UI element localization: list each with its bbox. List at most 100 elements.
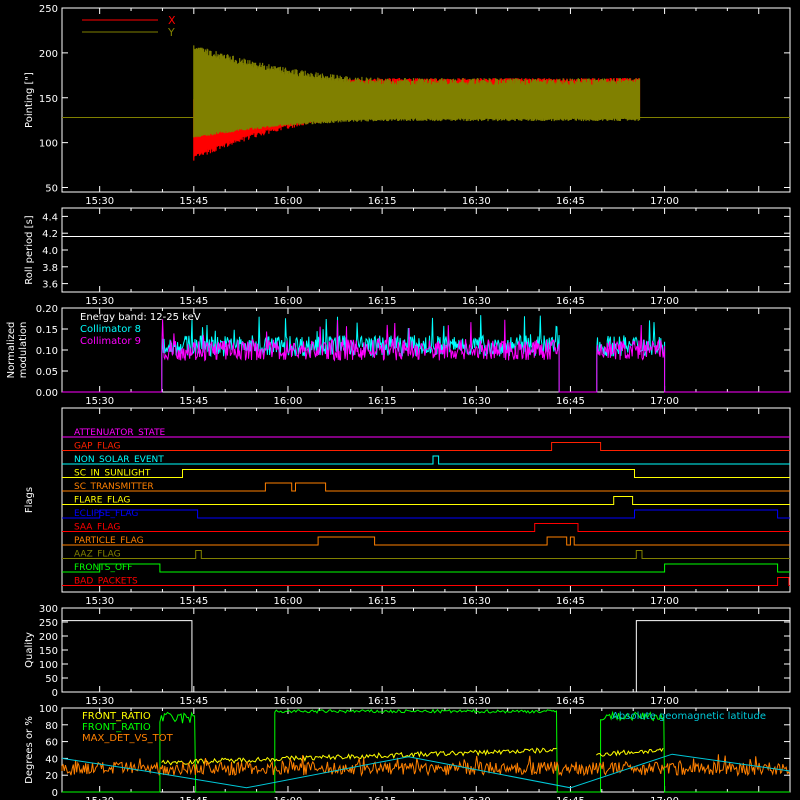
x-tick-label: 15:30	[85, 196, 114, 207]
quality-line	[62, 620, 790, 693]
y-tick-label: 200	[39, 49, 58, 60]
flag-line	[62, 482, 790, 492]
flag-line	[62, 496, 790, 505]
legend-label: Y	[167, 26, 175, 39]
modulation-line-9	[62, 319, 790, 393]
y-tick-label: 50	[45, 674, 58, 685]
y-tick-label: 300	[39, 604, 58, 615]
x-tick-label: 16:15	[368, 396, 397, 407]
x-tick-label: 17:00	[650, 696, 679, 707]
x-tick-label: 15:45	[179, 396, 208, 407]
flag-label: PARTICLE_FLAG	[74, 536, 144, 546]
summary-plot: 15:30 15:45 16:00 16:15 16:30 16:45 17:00 Point…	[0, 0, 800, 800]
x-tick-label: 15:45	[179, 796, 208, 800]
summary-plot-svg: 15:30 15:45 16:00 16:15 16:30 16:45 17:00 Point…	[6, 4, 791, 800]
legend-label: Collimator 9	[80, 336, 141, 347]
front-ratio-green-line	[62, 708, 790, 793]
x-tick-label: 15:45	[179, 196, 208, 207]
y-tick-label: 0.05	[36, 367, 58, 378]
x-tick-label: 16:15	[368, 696, 397, 707]
x-tick-label: 15:45	[179, 596, 208, 607]
y-axis-label-line: Normalized	[6, 322, 17, 379]
panel-frame-roll	[61, 207, 791, 293]
y-tick-label: 20	[45, 771, 58, 782]
flag-label: BAD_PACKETS	[74, 577, 138, 587]
flag-line	[62, 550, 790, 559]
y-tick-label: 3.6	[42, 280, 58, 291]
flag-label: ECLIPSE_FLAG	[74, 509, 138, 519]
y-tick-label: 3.8	[42, 263, 58, 274]
x-tick-label: 15:30	[85, 796, 114, 800]
y-tick-label: 0.20	[36, 304, 58, 315]
x-tick-label: 16:45	[556, 396, 585, 407]
y-axis-label: Normalizedmodulation	[6, 322, 29, 379]
x-tick-label: 15:30	[85, 396, 114, 407]
x-tick-label: 16:45	[556, 296, 585, 307]
legend-label: FRONT_RATIO	[82, 711, 151, 722]
x-tick-label: 16:30	[462, 696, 491, 707]
y-tick-label: 50	[45, 184, 58, 195]
x-tick-label: 16:15	[368, 296, 397, 307]
y-tick-label: 0	[52, 788, 58, 799]
x-tick-label: 16:30	[462, 396, 491, 407]
energy-band-annotation: Energy band: 12-25 keV	[80, 312, 201, 323]
x-tick-label: 16:30	[462, 196, 491, 207]
x-tick-label: 16:30	[462, 296, 491, 307]
y-tick-label: 0	[52, 688, 58, 699]
flag-line	[62, 577, 790, 586]
x-tick-label: 16:00	[274, 796, 303, 800]
flag-line	[62, 442, 790, 451]
x-tick-label: 17:00	[650, 296, 679, 307]
x-tick-label: 16:00	[274, 696, 303, 707]
y-tick-label: 250	[39, 4, 58, 15]
x-tick-label: 16:30	[462, 796, 491, 800]
x-tick-label: 16:00	[274, 396, 303, 407]
flag-label: FLARE_FLAG	[74, 496, 130, 506]
y-tick-label: 60	[45, 738, 58, 749]
y-tick-label: 100	[39, 704, 58, 715]
legend-label: Absolute geomagnetic latitude	[612, 711, 766, 722]
flag-label: AAZ_FLAG	[74, 550, 121, 560]
x-tick-label: 17:00	[650, 796, 679, 800]
flag-line	[62, 563, 790, 573]
x-tick-label: 16:15	[368, 796, 397, 800]
y-tick-label: 80	[45, 721, 58, 732]
y-tick-label: 150	[39, 646, 58, 657]
x-tick-label: 16:45	[556, 696, 585, 707]
y-tick-label: 0.00	[36, 388, 58, 399]
y-tick-label: 4.2	[42, 229, 58, 240]
legend-label: FRONT_RATIO	[82, 722, 151, 733]
x-tick-label: 16:00	[274, 596, 303, 607]
flag-label: SC_TRANSMITTER	[74, 482, 154, 492]
y-tick-label: 250	[39, 618, 58, 629]
x-tick-label: 15:30	[85, 696, 114, 707]
y-tick-label: 40	[45, 754, 58, 765]
y-tick-label: 0.15	[36, 325, 58, 336]
legend-label: Collimator 8	[80, 324, 141, 335]
x-tick-label: 16:45	[556, 196, 585, 207]
y-axis-label: Quality	[24, 632, 35, 668]
y-tick-label: 0.10	[36, 346, 58, 357]
x-tick-label: 15:30	[85, 296, 114, 307]
y-tick-label: 4.0	[42, 246, 58, 257]
y-tick-label: 150	[39, 94, 58, 105]
flag-line	[62, 469, 790, 478]
y-axis-label: Degrees or %	[24, 716, 35, 784]
flag-line	[62, 523, 790, 532]
x-tick-label: 16:15	[368, 196, 397, 207]
y-axis-label: Roll period [s]	[24, 215, 35, 284]
x-tick-label: 17:00	[650, 596, 679, 607]
geomagnetic-latitude-line	[61, 753, 791, 789]
y-tick-label: 4.4	[42, 212, 58, 223]
modulation-line-8	[62, 315, 790, 393]
x-tick-label: 16:45	[556, 596, 585, 607]
y-tick-label: 100	[39, 660, 58, 671]
flag-line	[62, 536, 790, 546]
x-tick-label: 15:30	[85, 596, 114, 607]
x-tick-label: 16:45	[556, 796, 585, 800]
flag-line	[62, 509, 790, 519]
x-tick-label: 16:00	[274, 296, 303, 307]
x-tick-label: 16:15	[368, 596, 397, 607]
x-tick-label: 16:30	[462, 596, 491, 607]
y-tick-label: 200	[39, 632, 58, 643]
